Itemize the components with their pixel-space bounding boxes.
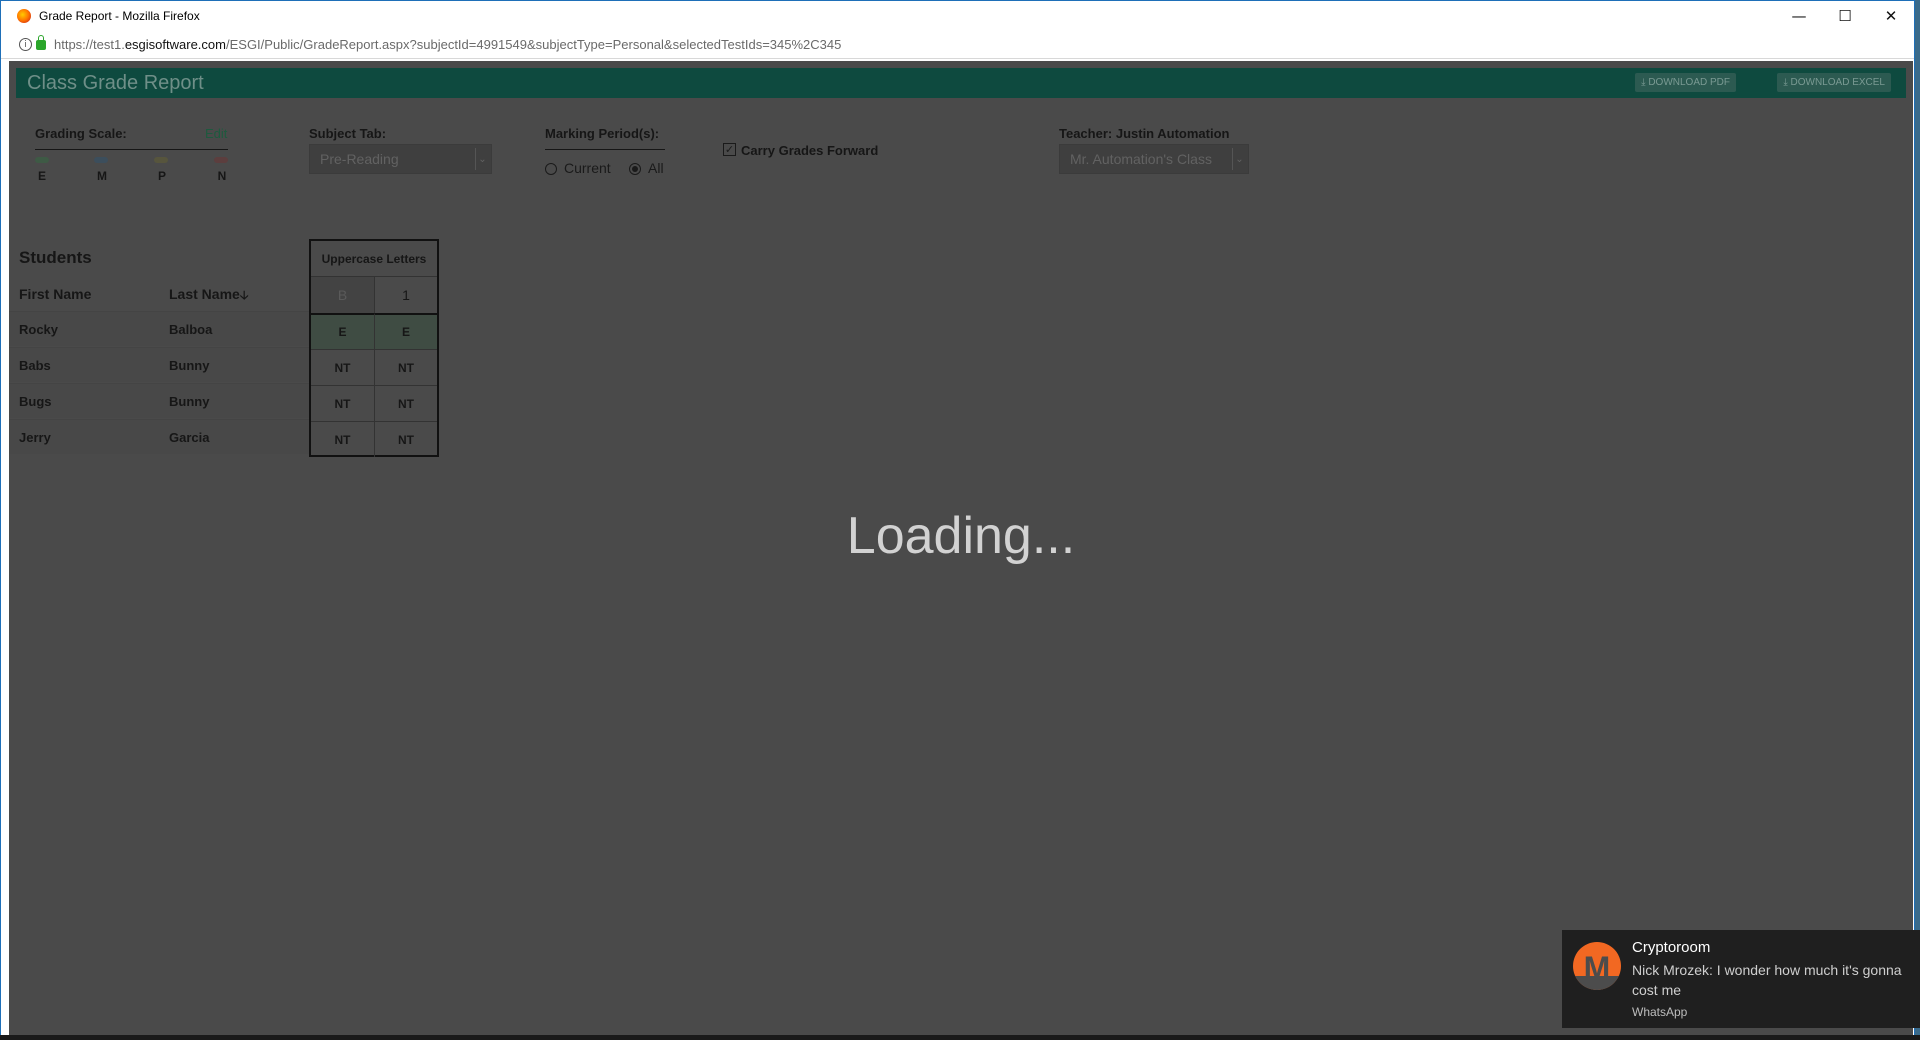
edit-grading-scale-link[interactable]: Edit [205, 126, 227, 141]
radio-current-label: Current [564, 160, 611, 176]
toast-app-name: WhatsApp [1632, 1005, 1688, 1019]
grade-letter-n: N [217, 169, 227, 183]
grade-swatch-p [154, 157, 168, 163]
grade-cell: NT [374, 421, 437, 457]
minimize-button[interactable]: — [1776, 1, 1822, 31]
sub-col-b: B [311, 277, 374, 313]
title-bar: Grade Report - Mozilla Firefox — ☐ ✕ [1, 1, 1914, 31]
table-row-first: Jerry [9, 419, 159, 454]
test-name-header: Uppercase Letters [311, 241, 437, 277]
class-select[interactable]: Mr. Automation's Class ⌄ [1059, 144, 1249, 174]
grade-cell: NT [374, 385, 437, 421]
page-content: Class Grade Report ⤓ DOWNLOAD PDF ⤓ DOWN… [9, 61, 1913, 1035]
table-row-last: Bunny [159, 383, 309, 418]
browser-window: Grade Report - Mozilla Firefox — ☐ ✕ i h… [0, 0, 1915, 1037]
grade-letter-m: M [97, 169, 107, 183]
url-text[interactable]: https://test1.esgisoftware.com/ESGI/Publ… [54, 37, 841, 52]
table-row-last: Garcia [159, 419, 309, 454]
last-name-header-label: Last Name [169, 286, 240, 302]
grade-cell: E [311, 313, 374, 349]
test-results-grid: Uppercase Letters B 1 E E NT NT NT NT NT… [309, 239, 439, 457]
grade-swatch-e [35, 157, 49, 163]
maximize-button[interactable]: ☐ [1822, 1, 1868, 31]
class-select-value: Mr. Automation's Class [1070, 151, 1212, 167]
url-prefix: https://test1. [54, 37, 125, 52]
info-icon[interactable]: i [19, 38, 32, 51]
notification-toast[interactable]: Cryptoroom Nick Mrozek: I wonder how muc… [1562, 930, 1920, 1028]
grade-cell: E [374, 313, 437, 349]
close-button[interactable]: ✕ [1868, 1, 1914, 31]
carry-forward-checkbox[interactable]: ✓ [723, 143, 736, 156]
subject-tab-value: Pre-Reading [320, 151, 399, 167]
grade-cell: NT [374, 349, 437, 385]
radio-all[interactable] [629, 163, 641, 175]
page-title: Class Grade Report [27, 71, 204, 94]
table-row-first: Babs [9, 347, 159, 382]
lock-icon[interactable] [36, 34, 46, 50]
subject-tab-select[interactable]: Pre-Reading ⌄ [309, 144, 492, 174]
sort-arrow-icon: 🡣 [239, 288, 249, 302]
grade-swatch-n [214, 157, 228, 163]
table-row-last: Bunny [159, 347, 309, 382]
firefox-icon [17, 9, 31, 23]
grade-letter-p: P [157, 169, 166, 183]
marking-period-label: Marking Period(s): [545, 126, 660, 141]
taskbar [0, 1035, 1920, 1040]
last-name-header[interactable]: Last Name🡣 [169, 286, 248, 307]
report-header: Class Grade Report ⤓ DOWNLOAD PDF ⤓ DOWN… [16, 68, 1906, 98]
window-title: Grade Report - Mozilla Firefox [39, 9, 200, 23]
grading-scale-label: Grading Scale: [35, 126, 127, 141]
grade-cell: NT [311, 421, 374, 457]
toast-body: Nick Mrozek: I wonder how much it's gonn… [1632, 962, 1902, 998]
chevron-down-icon: ⌄ [1232, 148, 1246, 170]
toast-title: Cryptoroom [1632, 939, 1711, 956]
table-row-first: Rocky [9, 311, 159, 346]
grade-letter-e: E [37, 169, 46, 183]
table-row-first: Bugs [9, 383, 159, 418]
sub-col-1: 1 [374, 277, 437, 313]
loading-overlay-text: Loading... [846, 507, 1076, 565]
url-path: /ESGI/Public/GradeReport.aspx?subjectId=… [225, 37, 842, 52]
divider [35, 149, 228, 150]
divider [545, 149, 665, 150]
radio-all-label: All [648, 160, 664, 176]
window-controls: — ☐ ✕ [1776, 1, 1914, 31]
teacher-label: Teacher: Justin Automation [1059, 126, 1230, 141]
chevron-down-icon: ⌄ [475, 148, 489, 170]
subject-tab-label: Subject Tab: [309, 126, 387, 141]
students-heading: Students [19, 248, 92, 267]
radio-current[interactable] [545, 163, 557, 175]
grade-cell: NT [311, 385, 374, 421]
carry-forward-label: Carry Grades Forward [741, 143, 879, 158]
url-domain: esgisoftware.com [124, 37, 226, 52]
table-row-last: Balboa [159, 311, 309, 346]
download-excel-button[interactable]: ⤓ DOWNLOAD EXCEL [1777, 73, 1891, 92]
url-bar[interactable]: i https://test1.esgisoftware.com/ESGI/Pu… [1, 31, 1914, 59]
grade-swatch-m [94, 157, 108, 163]
first-name-header[interactable]: First Name [19, 286, 91, 302]
grade-cell: NT [311, 349, 374, 385]
download-pdf-button[interactable]: ⤓ DOWNLOAD PDF [1635, 73, 1736, 92]
monero-logo-icon [1573, 942, 1621, 990]
